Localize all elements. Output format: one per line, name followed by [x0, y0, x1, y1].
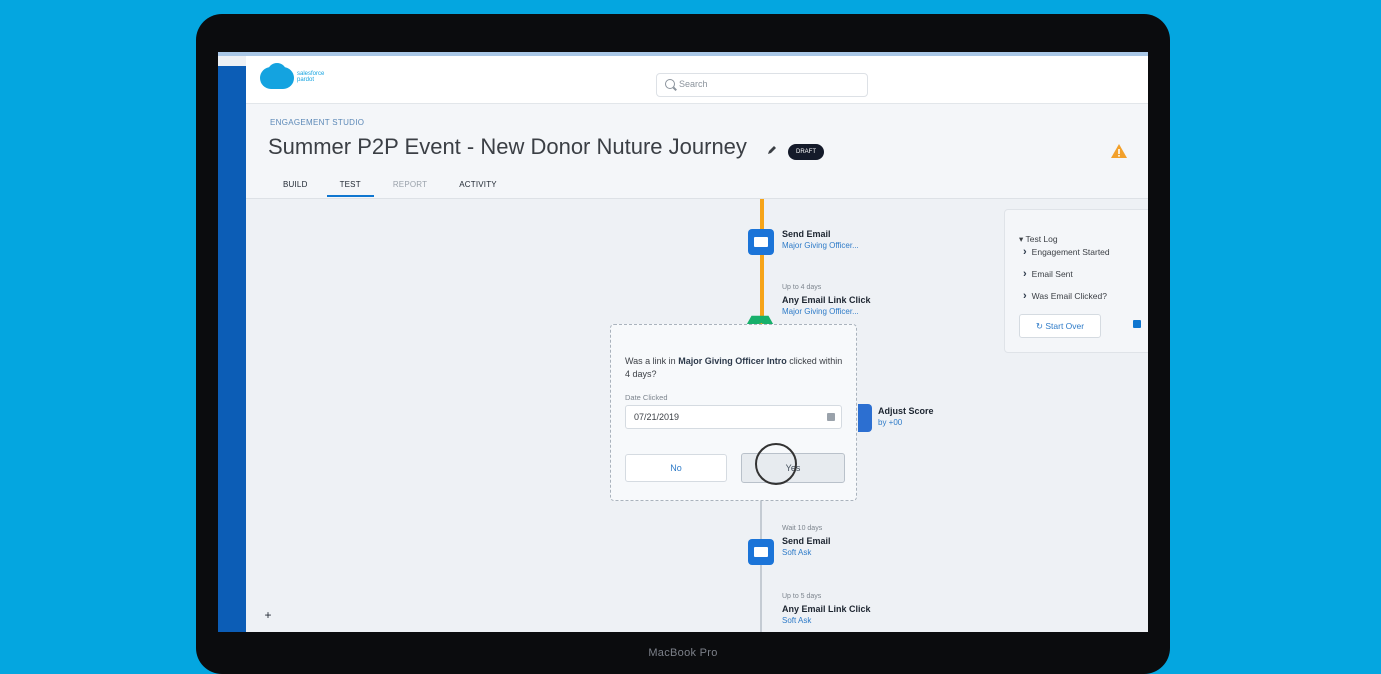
test-log-item[interactable]: Engagement Started	[1023, 246, 1110, 258]
salesforce-logo[interactable]: salesforce pardot	[260, 63, 325, 91]
step-wait: Up to 5 days	[782, 593, 822, 600]
step-title[interactable]: Adjust Score	[878, 406, 934, 416]
zoom-in-button[interactable]: +	[258, 604, 278, 626]
start-over-label: Start Over	[1045, 321, 1085, 331]
calendar-icon[interactable]	[827, 413, 835, 421]
start-over-button[interactable]: ↻ Start Over	[1019, 314, 1101, 338]
tab-report[interactable]: REPORT	[380, 180, 440, 197]
step-subtitle[interactable]: Soft Ask	[782, 616, 811, 625]
tab-test[interactable]: TEST	[326, 180, 374, 197]
step-subtitle[interactable]: Major Giving Officer...	[782, 307, 859, 316]
send-email-icon[interactable]	[748, 229, 774, 255]
test-log-item[interactable]: Email Sent	[1023, 268, 1073, 280]
flow-connector-active	[760, 199, 764, 329]
step-subtitle[interactable]: Major Giving Officer...	[782, 241, 859, 250]
tab-activity[interactable]: ACTIVITY	[446, 180, 510, 197]
step-wait: Up to 4 days	[782, 284, 822, 291]
test-log-title[interactable]: ▾ Test Log	[1019, 234, 1058, 245]
test-log-panel: ▾ Test Log Engagement Started Email Sent…	[1004, 209, 1148, 353]
no-button[interactable]: No	[625, 454, 727, 482]
logo-text: salesforce pardot	[297, 71, 325, 83]
tab-bar: BUILD TEST REPORT ACTIVITY	[270, 180, 516, 197]
date-value: 07/21/2019	[634, 412, 680, 422]
test-log-title-text: Test Log	[1025, 234, 1058, 244]
left-nav-rail	[218, 66, 246, 632]
page-header: ENGAGEMENT STUDIO Summer P2P Event - New…	[246, 104, 1148, 199]
question-email-name: Major Giving Officer Intro	[678, 356, 787, 366]
status-badge: DRAFT	[788, 144, 824, 160]
question-prefix: Was a link in	[625, 356, 676, 366]
tab-build[interactable]: BUILD	[270, 180, 321, 197]
step-subtitle[interactable]: by +00	[878, 418, 902, 427]
date-label: Date Clicked	[625, 393, 668, 402]
test-decision-popup: Was a link in Major Giving Officer Intro…	[610, 324, 857, 501]
popup-question: Was a link in Major Giving Officer Intro…	[625, 355, 845, 381]
step-title[interactable]: Send Email	[782, 536, 831, 546]
app-window: salesforce pardot Search ENGAGEMENT STUD…	[218, 52, 1148, 632]
test-log-item[interactable]: Was Email Clicked?	[1023, 290, 1107, 302]
breadcrumb[interactable]: ENGAGEMENT STUDIO	[270, 118, 364, 127]
cloud-icon-top	[268, 63, 286, 79]
adjust-score-icon[interactable]	[858, 404, 872, 432]
fit-view-button[interactable]: ⤢	[258, 626, 278, 632]
step-subtitle[interactable]: Soft Ask	[782, 548, 811, 557]
cursor-highlight	[755, 443, 797, 485]
step-title[interactable]: Send Email	[782, 229, 831, 239]
date-field[interactable]: 07/21/2019	[625, 405, 842, 429]
step-title[interactable]: Any Email Link Click	[782, 295, 871, 305]
edit-pencil-icon[interactable]	[766, 144, 778, 156]
global-header: salesforce pardot Search	[246, 56, 1148, 104]
flow-connector	[760, 499, 762, 632]
zoom-controls: + ⤢ −	[258, 604, 280, 632]
laptop-frame: salesforce pardot Search ENGAGEMENT STUD…	[196, 14, 1170, 674]
flow-canvas[interactable]: Send Email Major Giving Officer... Up to…	[246, 199, 1148, 632]
search-box[interactable]: Search	[656, 73, 868, 97]
send-email-icon[interactable]	[748, 539, 774, 565]
page-title: Summer P2P Event - New Donor Nuture Jour…	[268, 134, 747, 159]
search-icon	[665, 79, 675, 89]
warning-icon[interactable]	[1110, 142, 1128, 160]
device-label: MacBook Pro	[648, 647, 718, 659]
search-input[interactable]: Search	[679, 79, 708, 89]
step-title[interactable]: Any Email Link Click	[782, 604, 871, 614]
stop-icon[interactable]	[1133, 320, 1141, 328]
step-wait: Wait 10 days	[782, 525, 823, 532]
